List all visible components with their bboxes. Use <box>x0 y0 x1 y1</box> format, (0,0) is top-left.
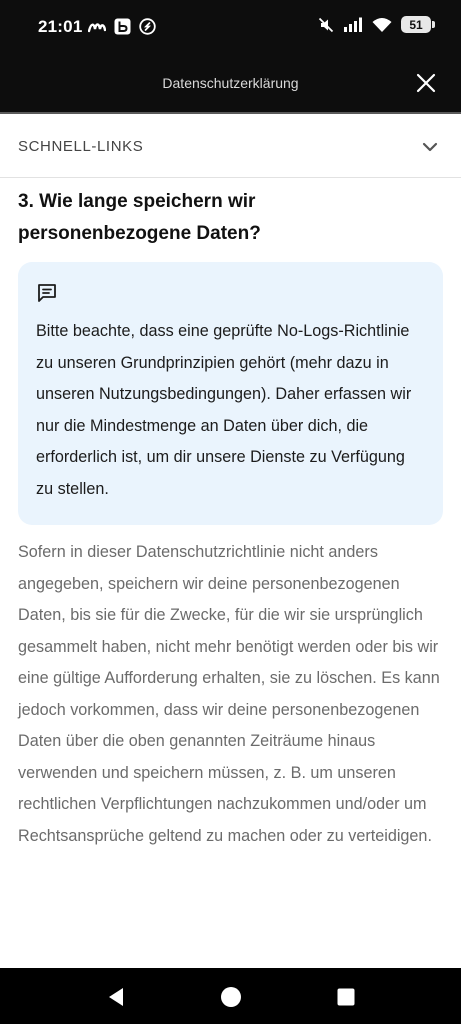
section-heading: 3. Wie lange speichern wir personenbezog… <box>18 191 261 244</box>
b-app-icon <box>114 18 131 35</box>
quicklinks-dropdown[interactable]: SCHNELL-LINKS <box>0 114 461 178</box>
battery-indicator: 51 <box>401 16 435 33</box>
navigation-bar <box>0 968 461 1024</box>
content-area: 3. Wie lange speichern wir personenbezog… <box>18 178 443 852</box>
home-icon[interactable] <box>219 985 243 1009</box>
chevron-down-icon <box>422 142 438 152</box>
body-paragraph: Sofern in dieser Datenschutzrichtlinie n… <box>18 543 440 845</box>
back-icon[interactable] <box>104 985 128 1009</box>
header-bar: Datenschutzerklärung <box>0 56 461 114</box>
close-icon[interactable] <box>413 70 439 96</box>
status-right-icons: 51 <box>318 16 435 33</box>
screen: 21:01 51 Datenschutzerklärung SCHNELL-LI… <box>0 0 461 1024</box>
page-title: Datenschutzerklärung <box>162 75 299 91</box>
status-time: 21:01 <box>38 17 83 36</box>
info-box-text: Bitte beachte, dass eine geprüfte No-Log… <box>36 322 412 498</box>
quicklinks-label: SCHNELL-LINKS <box>18 138 144 155</box>
shazam-icon <box>139 18 156 35</box>
wifi-icon <box>372 18 392 32</box>
status-left-icons <box>88 18 156 35</box>
battery-level: 51 <box>409 17 423 32</box>
status-bar: 21:01 51 <box>0 0 461 56</box>
mute-icon <box>318 17 334 32</box>
am-icon <box>88 22 106 32</box>
comment-icon <box>38 284 56 302</box>
signal-icon <box>344 17 362 32</box>
recents-icon[interactable] <box>334 985 358 1009</box>
info-box: Bitte beachte, dass eine geprüfte No-Log… <box>18 262 443 525</box>
